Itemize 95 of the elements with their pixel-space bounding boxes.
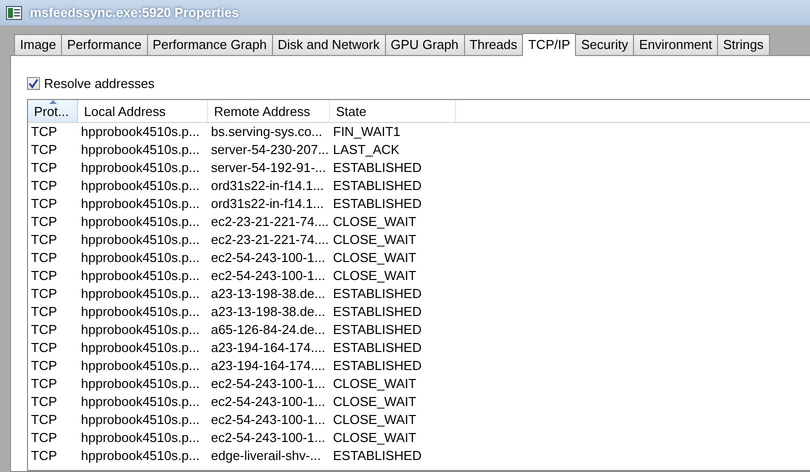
tab[interactable]: Performance Graph [146, 34, 273, 55]
table-cell-text: ec2-54-243-100-1... [210, 375, 326, 393]
table-cell-text: hpprobook4510s.p... [80, 339, 201, 357]
table-cell-text: TCP [30, 411, 58, 429]
tab[interactable]: Threads [464, 34, 524, 55]
table-cell-text: TCP [30, 213, 58, 231]
table-cell-text: hpprobook4510s.p... [80, 429, 201, 447]
table-cell-text: ESTABLISHED [332, 357, 423, 375]
table-cell-text: CLOSE_WAIT [332, 393, 418, 411]
table-cell-text: a23-194-164-174.... [210, 339, 326, 357]
table-cell-text: TCP [30, 141, 58, 159]
tab[interactable]: Environment [633, 34, 718, 55]
table-cell-text: hpprobook4510s.p... [80, 123, 201, 141]
table-cell-text: edge-liverail-shv-... [210, 447, 322, 465]
window-title: msfeedssync.exe:5920 Properties [30, 5, 239, 20]
sort-arrow-icon [49, 100, 57, 104]
table-cell-text: TCP [30, 231, 58, 249]
table-cell-text: TCP [30, 303, 58, 321]
table-cell-text: ESTABLISHED [332, 339, 423, 357]
table-cell-text: hpprobook4510s.p... [80, 393, 201, 411]
table-cell-text: a23-194-164-174.... [210, 357, 326, 375]
table-cell-text: ESTABLISHED [332, 447, 423, 465]
tab[interactable]: Strings [717, 34, 770, 55]
table-cell-text: hpprobook4510s.p... [80, 141, 201, 159]
table-cell-text: TCP [30, 267, 58, 285]
table-cell-text: ec2-23-21-221-74.... [210, 213, 330, 231]
tab[interactable]: Performance [61, 34, 148, 55]
table-cell-text: a65-126-84-24.de... [210, 321, 326, 339]
table-cell-text: CLOSE_WAIT [332, 411, 418, 429]
table-cell-text: TCP [30, 249, 58, 267]
table-cell-text: CLOSE_WAIT [332, 375, 418, 393]
table-cell-text: server-54-192-91-... [210, 159, 327, 177]
table-cell-text: TCP [30, 159, 58, 177]
table-cell-text: CLOSE_WAIT [332, 429, 418, 447]
table-cell-text: ec2-54-243-100-1... [210, 249, 326, 267]
table-cell-text: hpprobook4510s.p... [80, 249, 201, 267]
table-cell-text: ESTABLISHED [332, 159, 423, 177]
table-cell-text: TCP [30, 177, 58, 195]
table-cell-text: CLOSE_WAIT [332, 267, 418, 285]
tab[interactable]: TCP/IP [522, 33, 576, 56]
table-cell-text: TCP [30, 195, 58, 213]
checkbox-label[interactable]: Resolve addresses [44, 76, 155, 90]
checkbox[interactable] [27, 76, 40, 90]
column-header[interactable]: Remote Address [208, 100, 330, 122]
table-cell-text: ord31s22-in-f14.1... [210, 177, 325, 195]
table-cell-text: ec2-54-243-100-1... [210, 393, 326, 411]
table-cell-text: LAST_ACK [332, 141, 400, 159]
table-cell-text: hpprobook4510s.p... [80, 195, 201, 213]
window-icon [6, 6, 22, 20]
table-cell-text: CLOSE_WAIT [332, 231, 418, 249]
table-cell-text: TCP [30, 357, 58, 375]
table-cell-text: hpprobook4510s.p... [80, 321, 201, 339]
table-cell-text: TCP [30, 339, 58, 357]
table-cell-text: CLOSE_WAIT [332, 213, 418, 231]
table-cell-text: ESTABLISHED [332, 303, 423, 321]
table-cell-text: ec2-54-243-100-1... [210, 267, 326, 285]
tab[interactable]: Security [575, 34, 634, 55]
tab[interactable]: GPU Graph [384, 34, 465, 55]
table-cell-text: ESTABLISHED [332, 177, 423, 195]
table-cell-text: hpprobook4510s.p... [80, 213, 201, 231]
table-cell-text: hpprobook4510s.p... [80, 447, 201, 465]
column-header[interactable]: Local Address [78, 100, 208, 122]
table-cell-text: hpprobook4510s.p... [80, 357, 201, 375]
tab[interactable]: Image [14, 34, 62, 55]
table-cell-text: hpprobook4510s.p... [80, 177, 201, 195]
column-header[interactable]: State [330, 100, 456, 122]
table-cell-text: a23-13-198-38.de... [210, 285, 326, 303]
table-cell-text: ESTABLISHED [332, 321, 423, 339]
table-cell-text: TCP [30, 285, 58, 303]
table-cell-text: hpprobook4510s.p... [80, 159, 201, 177]
table-cell-text: TCP [30, 375, 58, 393]
tab[interactable]: Disk and Network [272, 34, 386, 55]
table-cell-text: server-54-230-207... [210, 141, 330, 159]
table-cell-text: ec2-54-243-100-1... [210, 429, 326, 447]
table-cell-text: TCP [30, 321, 58, 339]
table-cell-text: FIN_WAIT1 [332, 123, 402, 141]
table-cell-text: hpprobook4510s.p... [80, 267, 201, 285]
table-cell-text: TCP [30, 447, 58, 465]
table-cell-text: TCP [30, 393, 58, 411]
table-cell-text: hpprobook4510s.p... [80, 303, 201, 321]
table-cell-text: TCP [30, 123, 58, 141]
table-cell-text: ESTABLISHED [332, 285, 423, 303]
table-cell-text: a23-13-198-38.de... [210, 303, 326, 321]
table-cell-text: bs.serving-sys.co... [210, 123, 324, 141]
table-cell-text: hpprobook4510s.p... [80, 231, 201, 249]
table-cell-text: hpprobook4510s.p... [80, 375, 201, 393]
table-cell-text: TCP [30, 429, 58, 447]
table-cell-text: hpprobook4510s.p... [80, 285, 201, 303]
table-cell-text: hpprobook4510s.p... [80, 411, 201, 429]
column-header[interactable]: Prot... [28, 100, 78, 122]
table-cell-text: CLOSE_WAIT [332, 249, 418, 267]
table-cell-text: ec2-54-243-100-1... [210, 411, 326, 429]
table-cell-text: ec2-23-21-221-74.... [210, 231, 330, 249]
table-cell-text: ord31s22-in-f14.1... [210, 195, 325, 213]
table-cell-text: ESTABLISHED [332, 195, 423, 213]
